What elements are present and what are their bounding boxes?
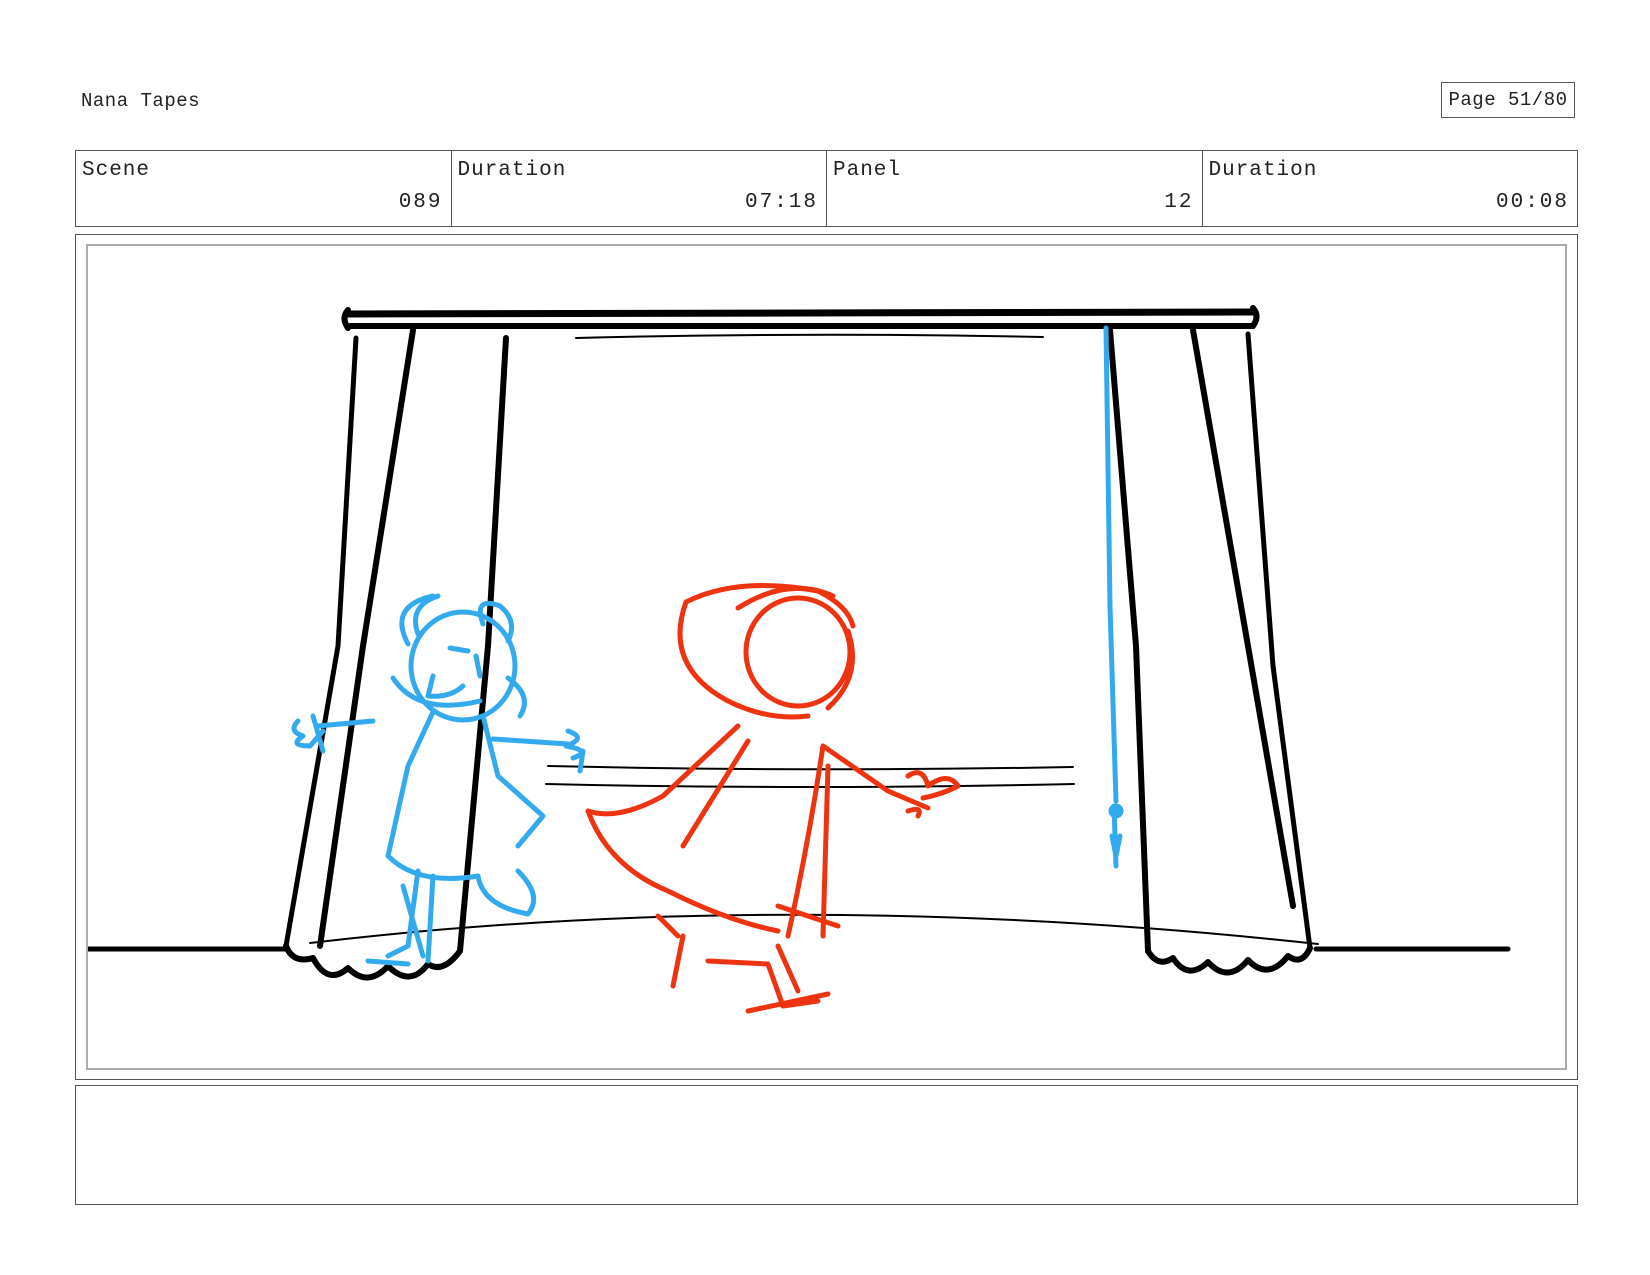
- panel-value: 12: [1164, 191, 1194, 214]
- scene-value: 089: [398, 191, 443, 214]
- scene-duration-label: Duration: [457, 159, 567, 182]
- panel-duration-label: Duration: [1208, 159, 1318, 182]
- panel-duration-value: 00:08: [1495, 191, 1569, 214]
- storyboard-drawing-area: [86, 244, 1567, 1070]
- project-title: Nana Tapes: [81, 90, 201, 112]
- scene-cell: Scene 089: [76, 151, 452, 226]
- panel-cell: Panel 12: [827, 151, 1203, 226]
- storyboard-panel-frame: [75, 234, 1578, 1080]
- panel-label: Panel: [833, 159, 902, 182]
- panel-duration-cell: Duration 00:08: [1203, 151, 1578, 226]
- panel-notes: [75, 1085, 1578, 1205]
- scene-duration-value: 07:18: [744, 191, 818, 214]
- info-row: Scene 089 Duration 07:18 Panel 12 Durati…: [75, 150, 1578, 227]
- storyboard-sketch: [88, 305, 1511, 1014]
- scene-label: Scene: [82, 159, 151, 182]
- page-number: Page 51/80: [1441, 82, 1575, 118]
- red-hooded-character-icon: [585, 583, 961, 1014]
- scene-duration-cell: Duration 07:18: [452, 151, 827, 226]
